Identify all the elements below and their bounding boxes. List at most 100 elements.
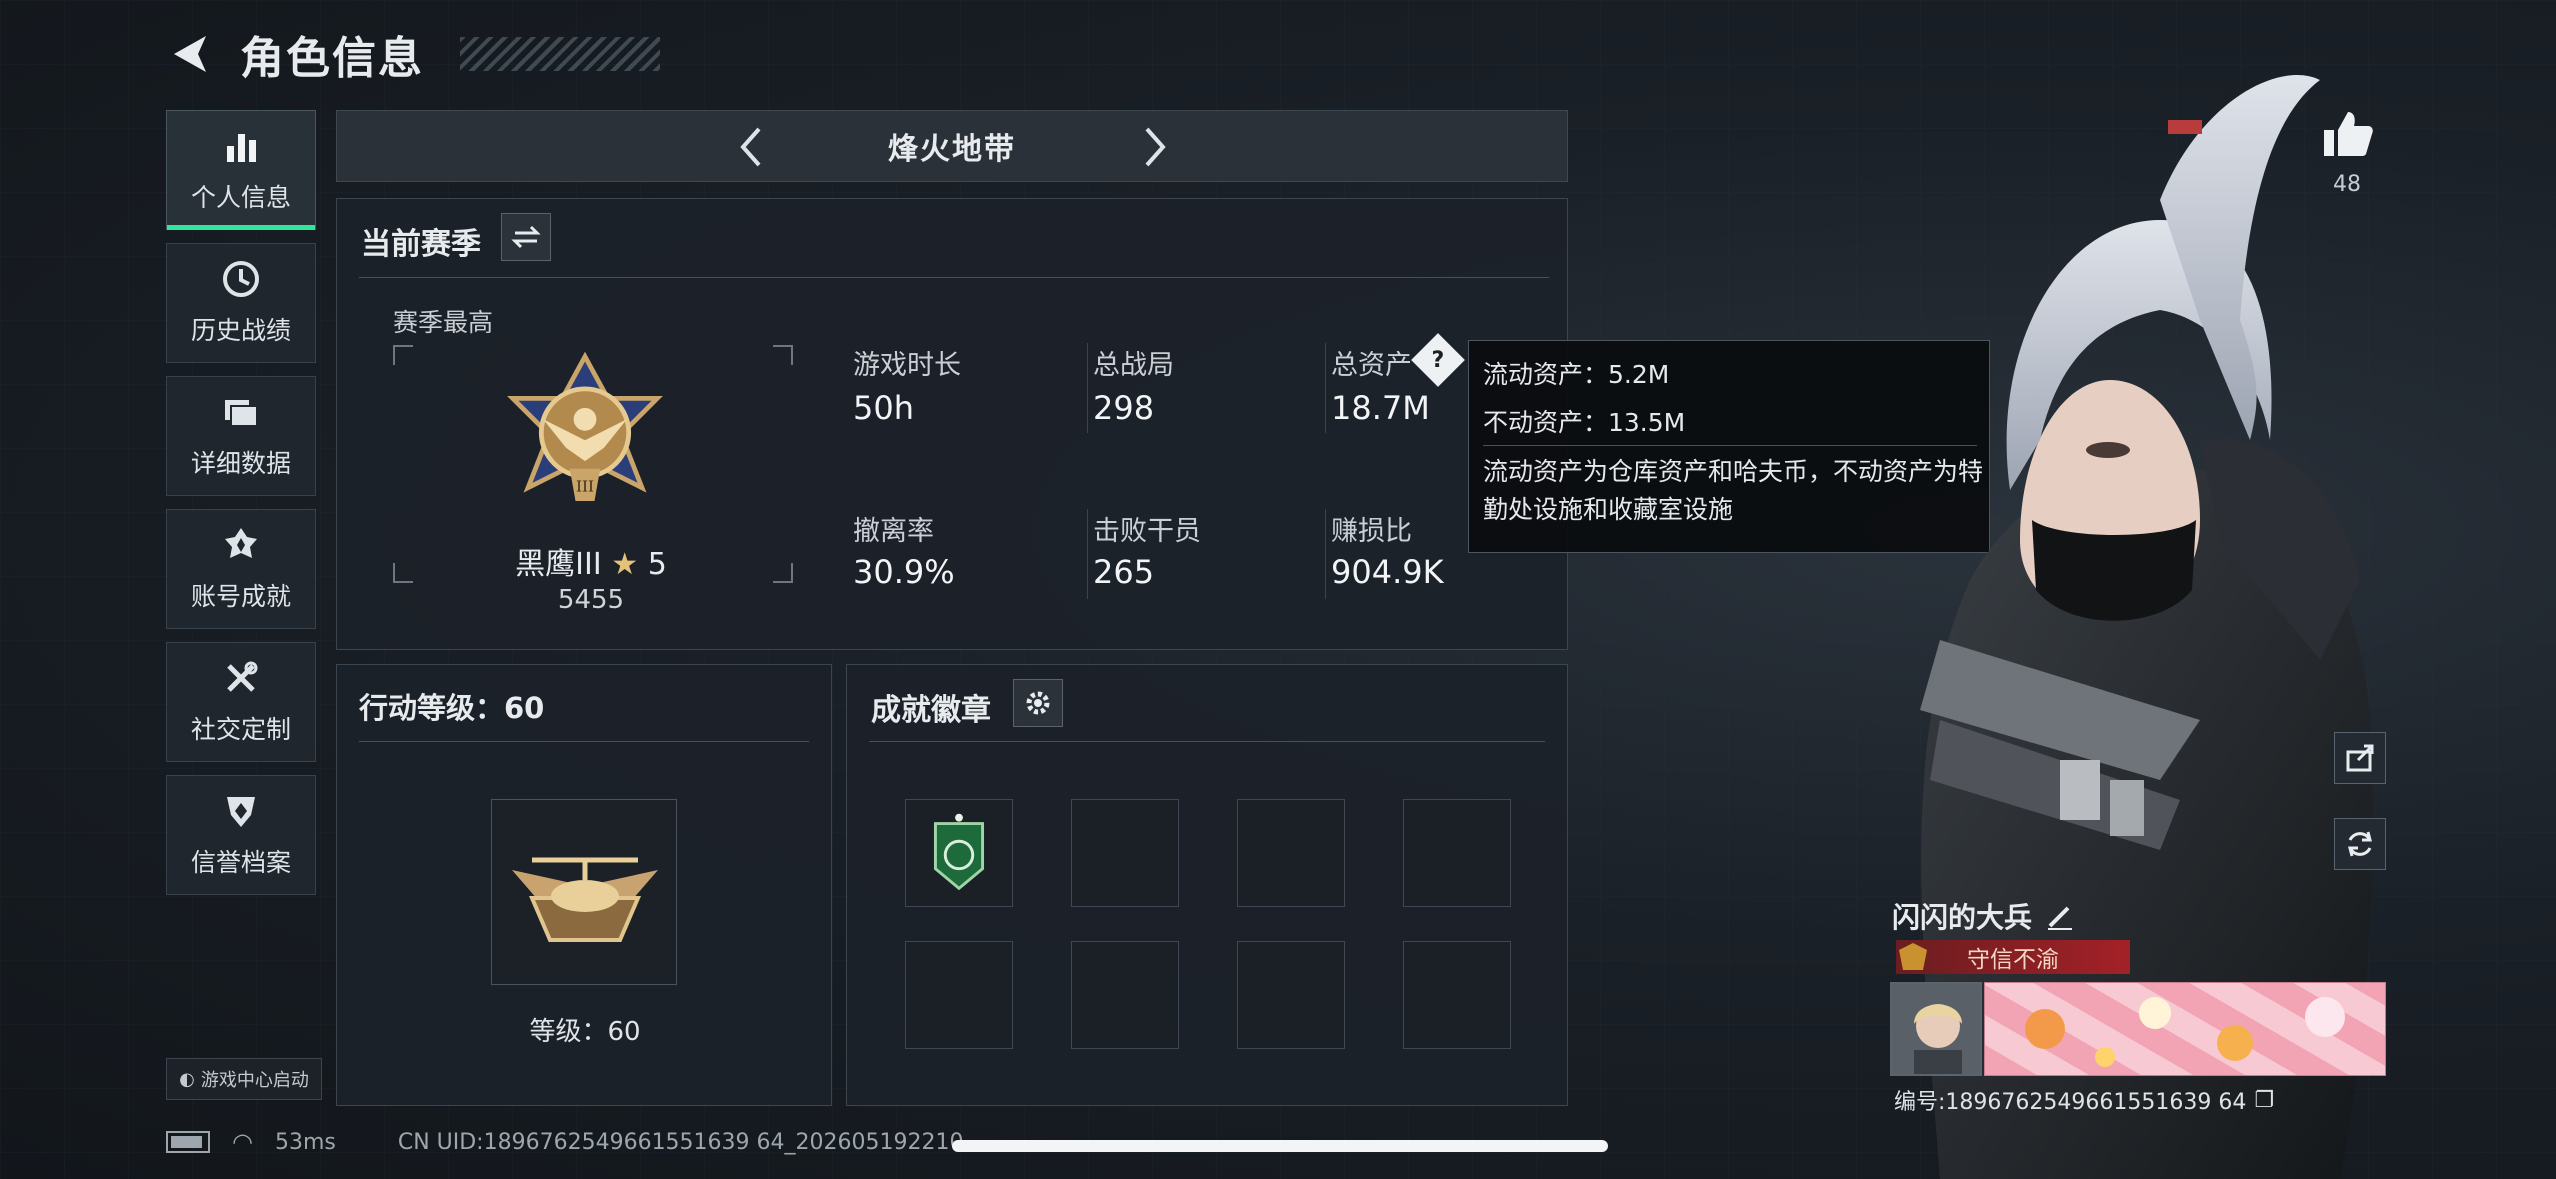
action-level-frame (491, 799, 677, 985)
frame-corner (773, 345, 793, 365)
player-banner (1984, 982, 2386, 1076)
wifi-icon: ◠ (232, 1128, 253, 1156)
player-uid: 编号:1896762549661551639 64 (1894, 1090, 2247, 1115)
rank-emblem-icon: III (507, 351, 663, 501)
qq-icon: ◐ (179, 1068, 195, 1090)
rotate-button[interactable] (2334, 818, 2386, 870)
refresh-icon (2348, 831, 2372, 857)
like-count: 48 (2333, 172, 2361, 197)
sidebar: 个人信息 历史战绩 详细数据 账号成就 社交定制 信誉档案 (166, 110, 316, 908)
section-divider (359, 741, 809, 742)
player-title-bar: 守信不渝 (1896, 940, 2130, 974)
sidebar-item-profile[interactable]: 个人信息 (166, 110, 316, 230)
stat-separator (1325, 509, 1326, 599)
shield-icon (227, 797, 255, 827)
sidebar-item-details[interactable]: 详细数据 (166, 376, 316, 496)
action-level-panel: 行动等级：60 等级：60 (336, 664, 832, 1106)
mode-selector: 烽火地带 (336, 110, 1568, 182)
previous-mode-button[interactable] (729, 123, 777, 171)
player-name-card: 闪闪的大兵 守信不渝 编号:1896762549661551639 64 ❐ (1888, 892, 2388, 1122)
header-decoration (460, 37, 660, 71)
help-icon[interactable]: ? (1411, 333, 1465, 387)
back-button[interactable] (168, 32, 212, 76)
page-title: 角色信息 (240, 33, 424, 84)
frame-corner (773, 563, 793, 583)
section-divider (869, 741, 1545, 742)
stat-label-total-assets: 总资产 (1331, 350, 1412, 381)
badge-slot-empty[interactable] (1237, 799, 1345, 907)
badge-slot-empty[interactable] (1071, 941, 1179, 1049)
stat-separator (1325, 343, 1326, 433)
tools-icon (227, 661, 258, 692)
stat-label-extraction-rate: 撤离率 (853, 516, 934, 547)
sidebar-item-label: 信誉档案 (190, 848, 291, 877)
battery-icon (166, 1131, 210, 1153)
thumbs-up-icon (2324, 112, 2373, 156)
frame-corner (393, 345, 413, 365)
back-arrow-icon (174, 36, 206, 72)
sidebar-item-label: 个人信息 (190, 183, 291, 212)
badge-slot-filled[interactable] (905, 799, 1013, 907)
share-button[interactable] (2334, 732, 2386, 784)
section-divider (359, 277, 1549, 278)
copy-icon[interactable]: ❐ (2254, 1088, 2274, 1113)
badge-slot-empty[interactable] (1237, 941, 1345, 1049)
next-mode-button[interactable] (1129, 123, 1177, 171)
like-button[interactable]: 48 (2320, 108, 2374, 197)
share-icon (2346, 744, 2374, 772)
sidebar-item-label: 社交定制 (190, 715, 291, 744)
launch-badge-label: 游戏中心启动 (200, 1070, 309, 1091)
sidebar-item-label: 账号成就 (190, 582, 291, 611)
status-bar: ◠ 53ms CN UID:1896762549661551639 64_202… (166, 1128, 964, 1156)
helicopter-emblem-icon (512, 857, 658, 942)
stat-separator (1087, 343, 1088, 433)
sidebar-item-reputation[interactable]: 信誉档案 (166, 775, 316, 895)
game-center-launch-badge: ◐ 游戏中心启动 (166, 1058, 322, 1100)
swap-icon (511, 225, 541, 249)
green-badge-icon (933, 813, 985, 891)
cn-uid: CN UID:1896762549661551639 64_2026051922… (397, 1129, 964, 1155)
cat-pattern-banner (2025, 997, 2345, 1067)
bar-chart-icon (227, 134, 256, 162)
stat-value-total-assets: 18.7M (1331, 389, 1430, 427)
action-level-label: 等级：60 (529, 1017, 641, 1047)
badge-slot-empty[interactable] (1403, 941, 1511, 1049)
gear-icon (1026, 691, 1050, 715)
badge-settings-button[interactable] (1013, 679, 1063, 727)
player-name: 闪闪的大兵 (1892, 901, 2033, 934)
avatar-portrait (1892, 984, 1980, 1074)
badge-slot-empty[interactable] (1071, 799, 1179, 907)
folder-icon (225, 400, 258, 427)
stat-value-profit-loss-ratio: 904.9K (1331, 553, 1444, 591)
stat-label-play-time: 游戏时长 (853, 350, 961, 381)
player-title: 守信不渝 (1967, 947, 2059, 973)
stat-value-play-time: 50h (853, 389, 914, 427)
sidebar-item-history[interactable]: 历史战绩 (166, 243, 316, 363)
season-best-label: 赛季最高 (393, 308, 494, 337)
achievement-badges-panel: 成就徽章 (846, 664, 1568, 1106)
sidebar-item-social[interactable]: 社交定制 (166, 642, 316, 762)
rank-name: 黑鹰III (515, 547, 602, 582)
home-indicator[interactable] (952, 1140, 1608, 1152)
switch-season-button[interactable] (501, 213, 551, 261)
title-emblem-icon (1899, 943, 1927, 970)
sidebar-item-achievements[interactable]: 账号成就 (166, 509, 316, 629)
svg-text:III: III (576, 478, 594, 496)
rank-stars: 5 (647, 547, 667, 582)
ping-value: 53ms (274, 1129, 336, 1155)
page-header: 角色信息 (168, 22, 660, 86)
stat-label-profit-loss-ratio: 赚损比 (1331, 516, 1412, 547)
player-name-row: 闪闪的大兵 (1892, 896, 2074, 936)
badge-slot-empty[interactable] (905, 941, 1013, 1049)
achievement-icon (225, 528, 257, 558)
player-uid-row: 编号:1896762549661551639 64 ❐ (1894, 1084, 2274, 1116)
stat-label-operators-defeated: 击败干员 (1093, 516, 1201, 547)
season-panel: 当前赛季 赛季最高 III 黑鹰III ★ 5 5455 游戏时长 50h 总战… (336, 198, 1568, 650)
badge-slot-empty[interactable] (1403, 799, 1511, 907)
player-avatar[interactable] (1890, 982, 1982, 1076)
rank-score: 5455 (557, 585, 625, 615)
stat-label-total-matches: 总战局 (1093, 350, 1174, 381)
mode-title: 烽火地带 (888, 132, 1016, 167)
season-title: 当前赛季 (361, 227, 481, 262)
edit-pencil-icon[interactable] (2046, 902, 2074, 930)
